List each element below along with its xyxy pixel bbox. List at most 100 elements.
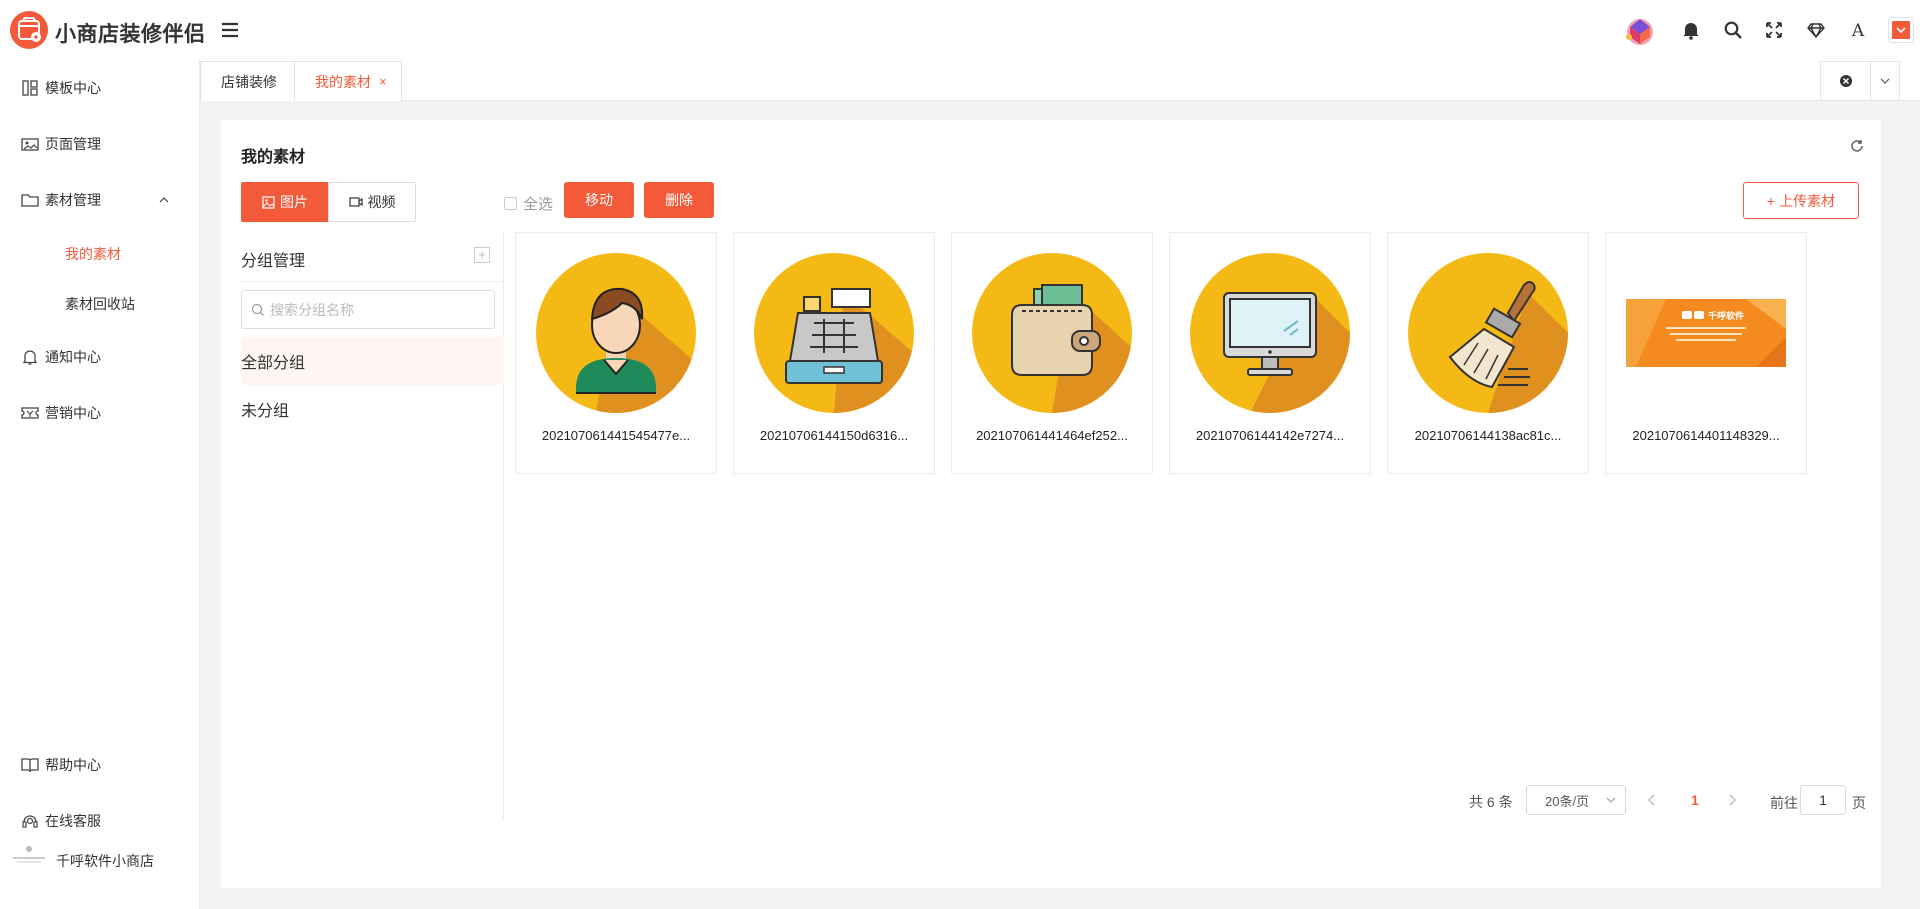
upload-label: 上传素材 bbox=[1779, 192, 1836, 209]
monitor-icon bbox=[1190, 253, 1350, 413]
video-icon bbox=[348, 196, 363, 208]
page-title: 我的素材 bbox=[241, 149, 306, 166]
material-name: 20210706144011483​29... bbox=[1632, 428, 1780, 443]
sidebar-item-label: 模板中心 bbox=[45, 80, 101, 96]
sidebar-item-templates[interactable]: 模板中心 bbox=[0, 68, 200, 108]
material-card[interactable]: 20210706144150d6316... bbox=[733, 232, 935, 474]
sidebar-item-marketing[interactable]: 营销中心 bbox=[0, 393, 200, 433]
tab-actions bbox=[1820, 61, 1900, 101]
material-name: 20210706144146​4ef252... bbox=[976, 428, 1128, 443]
page-icon bbox=[21, 135, 39, 153]
goto-page-input[interactable] bbox=[1800, 785, 1846, 815]
shop-name: 千呼软件小商店 bbox=[56, 853, 154, 869]
hamburger-menu-icon[interactable] bbox=[220, 20, 240, 40]
chevron-up-icon[interactable] bbox=[157, 193, 171, 207]
video-type-label: 视频 bbox=[367, 194, 396, 210]
video-type-button[interactable]: 视频 bbox=[328, 182, 416, 222]
page-size-select[interactable]: 20条/页 bbox=[1526, 785, 1626, 815]
sidebar-item-materials[interactable]: 素材管理 bbox=[0, 180, 200, 220]
tab-label: 店铺装修 bbox=[221, 73, 277, 90]
material-name: 20210706144154547​7e... bbox=[541, 428, 691, 443]
add-group-icon[interactable]: + bbox=[474, 247, 490, 263]
sidebar-item-my-materials[interactable]: 我的素材 bbox=[0, 234, 200, 274]
sidebar-item-label: 页面管理 bbox=[45, 136, 101, 152]
group-search bbox=[241, 290, 495, 329]
close-icon[interactable]: × bbox=[379, 74, 387, 89]
banner-image-icon: 千呼软件 bbox=[1626, 253, 1786, 413]
page-size-label: 20条/页 bbox=[1545, 793, 1590, 809]
group-search-input[interactable] bbox=[270, 291, 490, 328]
material-card[interactable]: 20210706144154547​7e... bbox=[515, 232, 717, 474]
svg-text:A: A bbox=[1851, 21, 1865, 40]
sidebar-item-label: 素材管理 bbox=[45, 192, 101, 208]
select-all-checkbox[interactable]: 全选 bbox=[504, 193, 553, 214]
wallet-icon bbox=[972, 253, 1132, 413]
sidebar-item-recycle-bin[interactable]: 素材回收站 bbox=[0, 284, 200, 324]
page-suffix: 页 bbox=[1852, 795, 1866, 811]
next-page-icon[interactable] bbox=[1724, 792, 1740, 808]
image-icon bbox=[262, 195, 275, 209]
refresh-icon[interactable] bbox=[1849, 138, 1865, 154]
bell-icon[interactable] bbox=[1681, 20, 1701, 40]
headset-icon bbox=[21, 812, 39, 830]
tab-shop-decoration[interactable]: 店铺装修 bbox=[200, 61, 295, 101]
tab-my-materials[interactable]: 我的素材 × bbox=[294, 61, 402, 101]
sidebar-item-label: 营销中心 bbox=[45, 405, 101, 421]
dropdown-icon[interactable] bbox=[1888, 17, 1914, 43]
page-number[interactable]: 1 bbox=[1691, 792, 1699, 808]
material-card[interactable]: 千呼软件 20210706144011483​29... bbox=[1605, 232, 1807, 474]
checkbox-box[interactable] bbox=[504, 197, 517, 210]
material-name: 20210706144142e7274... bbox=[1195, 428, 1345, 443]
app-logo-icon bbox=[10, 11, 48, 49]
divider bbox=[241, 281, 503, 282]
sidebar-item-support[interactable]: 在线客服 bbox=[0, 801, 200, 841]
material-card[interactable]: 20210706144138ac81c... bbox=[1387, 232, 1589, 474]
user-avatar[interactable] bbox=[1620, 13, 1660, 49]
material-card[interactable]: 20210706144146​4ef252... bbox=[951, 232, 1153, 474]
sidebar-item-label: 通知中心 bbox=[45, 349, 101, 365]
shop-logo bbox=[11, 843, 47, 867]
top-header: 小商店装修伴侣 A bbox=[0, 0, 1920, 60]
upload-button[interactable]: + 上传素材 bbox=[1743, 182, 1859, 219]
sidebar: 模板中心 页面管理 素材管理 我的素材 素材回收站 通知中心 营销中心 帮助中心… bbox=[0, 60, 200, 909]
sidebar-item-label: 素材回收站 bbox=[65, 296, 135, 312]
group-item-ungrouped[interactable]: 未分组 bbox=[241, 385, 504, 433]
cash-register-icon bbox=[754, 253, 914, 413]
prev-page-icon[interactable] bbox=[1644, 792, 1660, 808]
app-title: 小商店装修伴侣 bbox=[55, 23, 206, 46]
group-label: 全部分组 bbox=[241, 355, 306, 372]
pagination-total: 共 6 条 bbox=[1469, 794, 1513, 810]
bell-icon bbox=[21, 348, 39, 366]
group-item-all[interactable]: 全部分组 bbox=[241, 337, 504, 385]
group-panel-title: 分组管理 bbox=[241, 253, 306, 270]
person-icon bbox=[536, 253, 696, 413]
search-icon bbox=[251, 303, 265, 317]
close-all-tabs-icon[interactable] bbox=[1821, 62, 1872, 100]
folder-icon bbox=[21, 191, 39, 209]
material-name: 20210706144150d6316... bbox=[759, 428, 909, 443]
plus-icon: + bbox=[1766, 192, 1776, 209]
chevron-down-icon bbox=[1605, 794, 1617, 806]
image-type-button[interactable]: 图片 bbox=[241, 182, 329, 222]
sidebar-item-notifications[interactable]: 通知中心 bbox=[0, 337, 200, 377]
search-icon[interactable] bbox=[1723, 20, 1743, 40]
tab-label: 我的素材 bbox=[315, 73, 371, 90]
group-label: 未分组 bbox=[241, 403, 290, 420]
sidebar-item-label: 在线客服 bbox=[45, 813, 101, 829]
delete-button[interactable]: 删除 bbox=[644, 182, 714, 218]
template-icon bbox=[21, 79, 39, 97]
banner-brand-text: 千呼软件 bbox=[1708, 311, 1745, 321]
diamond-icon[interactable] bbox=[1806, 20, 1826, 40]
chevron-down-icon[interactable] bbox=[1871, 62, 1899, 100]
fullscreen-icon[interactable] bbox=[1764, 20, 1784, 40]
font-icon[interactable]: A bbox=[1848, 20, 1868, 40]
sidebar-item-label: 我的素材 bbox=[65, 246, 121, 262]
sidebar-item-help[interactable]: 帮助中心 bbox=[0, 745, 200, 785]
material-name: 20210706144138ac81c... bbox=[1414, 428, 1562, 443]
move-button[interactable]: 移动 bbox=[564, 182, 634, 218]
brush-icon bbox=[1408, 253, 1568, 413]
material-card[interactable]: 20210706144142e7274... bbox=[1169, 232, 1371, 474]
sidebar-item-pages[interactable]: 页面管理 bbox=[0, 124, 200, 164]
image-type-label: 图片 bbox=[280, 194, 308, 210]
sidebar-item-label: 帮助中心 bbox=[45, 757, 101, 773]
